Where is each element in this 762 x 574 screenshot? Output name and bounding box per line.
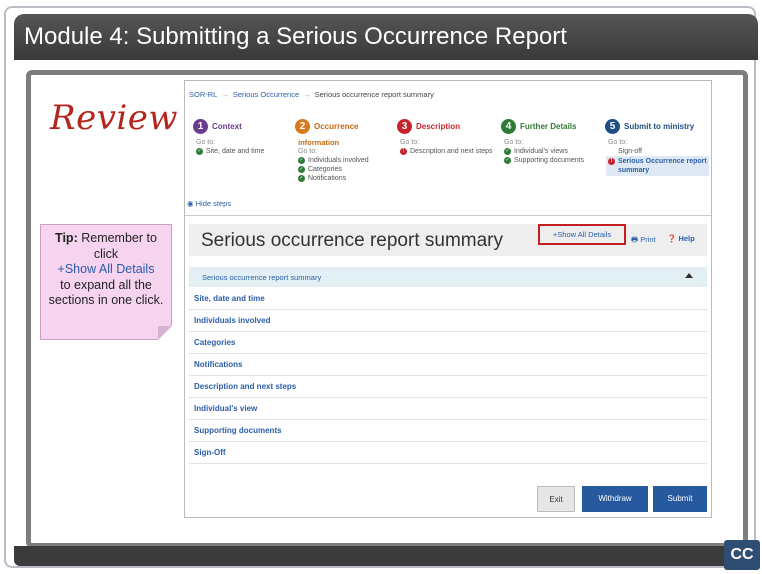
- page-title: Serious occurrence report summary: [201, 230, 503, 251]
- section-site-date-time[interactable]: Site, date and time: [189, 289, 707, 310]
- check-icon: ✓: [298, 175, 305, 182]
- step-submit-to-ministry: 5 Submit to ministry Go to: Sign-off ! Se…: [605, 119, 709, 176]
- step-link-current[interactable]: ! Serious Occurrence report summary: [606, 156, 709, 176]
- step-occurrence: 2 Occurrence information Go to: ✓ Individ…: [295, 119, 395, 183]
- step-number-badge: 3: [397, 119, 412, 134]
- step-subtitle: information: [298, 138, 340, 147]
- section-description-next-steps[interactable]: Description and next steps: [189, 377, 707, 398]
- step-title[interactable]: Description: [416, 122, 460, 131]
- step-link[interactable]: ! Description and next steps: [400, 147, 497, 156]
- step-link[interactable]: ✓ Individual's views: [504, 147, 601, 156]
- check-icon: ✓: [504, 148, 511, 155]
- accordion-header[interactable]: Serious occurrence report summary: [189, 267, 707, 287]
- check-icon: ✓: [298, 166, 305, 173]
- tip-show-all-text: +Show All Details: [57, 262, 155, 276]
- step-number-badge: 2: [295, 119, 310, 134]
- step-number-badge: 4: [501, 119, 516, 134]
- submit-button[interactable]: Submit: [653, 486, 707, 512]
- tip-text-1: Remember to click: [81, 231, 157, 261]
- breadcrumb-separator: →: [303, 90, 311, 99]
- help-icon: ❓: [667, 234, 677, 243]
- step-further-details: 4 Further Details Go to: ✓ Individual's v…: [501, 119, 601, 165]
- step-link[interactable]: Sign-off: [608, 147, 709, 156]
- withdraw-button[interactable]: Withdraw: [582, 486, 648, 512]
- review-heading: Review: [50, 98, 179, 138]
- section-notifications[interactable]: Notifications: [189, 355, 707, 376]
- step-number-badge: 5: [605, 119, 620, 134]
- tip-callout: Tip: Remember to click +Show All Details…: [40, 224, 172, 340]
- tip-label: Tip:: [55, 231, 78, 245]
- step-title[interactable]: Further Details: [520, 122, 576, 131]
- eye-icon: ◉: [187, 199, 194, 208]
- check-icon: ✓: [196, 148, 203, 155]
- step-title[interactable]: Context: [212, 122, 242, 131]
- section-categories[interactable]: Categories: [189, 333, 707, 354]
- step-link[interactable]: ✓ Site, date and time: [196, 147, 293, 156]
- breadcrumb-item[interactable]: Serious Occurrence: [233, 90, 299, 99]
- step-link[interactable]: ✓ Categories: [298, 165, 395, 174]
- section-individuals-view[interactable]: Individual's view: [189, 399, 707, 420]
- breadcrumb-separator: →: [221, 90, 229, 99]
- step-link[interactable]: ✓ Notifications: [298, 174, 395, 183]
- accordion-label: Serious occurrence report summary: [202, 273, 322, 282]
- section-sign-off[interactable]: Sign-Off: [189, 443, 707, 464]
- print-button[interactable]: 🖶 Print: [631, 234, 656, 247]
- check-icon: ✓: [298, 157, 305, 164]
- step-description: 3 Description Go to: ! Description and ne…: [397, 119, 497, 156]
- player-bottom-bar: [14, 546, 758, 566]
- tip-text-2: to expand all the sections in one click.: [48, 277, 164, 308]
- error-icon: !: [608, 158, 615, 165]
- divider: [185, 215, 711, 216]
- breadcrumb: SOR-RL → Serious Occurrence → Serious occurr…: [189, 90, 434, 99]
- exit-button[interactable]: Exit: [537, 486, 575, 512]
- error-icon: !: [400, 148, 407, 155]
- section-individuals-involved[interactable]: Individuals involved: [189, 311, 707, 332]
- slide-title: Module 4: Submitting a Serious Occurrenc…: [14, 14, 758, 60]
- step-context: 1 Context Go to: ✓ Site, date and time: [193, 119, 293, 156]
- goto-label: Go to:: [504, 139, 524, 146]
- step-link[interactable]: ✓ Supporting documents: [504, 156, 601, 165]
- tip-folded-corner: [158, 326, 172, 340]
- hide-steps-link[interactable]: ◉ Hide steps: [187, 199, 231, 208]
- printer-icon: 🖶: [631, 235, 639, 244]
- goto-label: Go to:: [196, 139, 216, 146]
- goto-label: Go to:: [400, 139, 420, 146]
- step-title[interactable]: Submit to ministry: [624, 122, 694, 131]
- summary-header: Serious occurrence report summary: [189, 224, 707, 256]
- goto-label: Go to:: [298, 148, 318, 155]
- step-number-badge: 1: [193, 119, 208, 134]
- help-button[interactable]: ❓ Help: [667, 234, 695, 243]
- closed-captions-button[interactable]: CC: [724, 540, 760, 570]
- step-link[interactable]: ✓ Individuals involved: [298, 156, 395, 165]
- breadcrumb-current: Serious occurrence report summary: [314, 90, 434, 99]
- show-all-details-button[interactable]: +Show All Details: [538, 224, 626, 245]
- step-title[interactable]: Occurrence: [314, 122, 358, 131]
- section-supporting-documents[interactable]: Supporting documents: [189, 421, 707, 442]
- breadcrumb-item[interactable]: SOR-RL: [189, 90, 217, 99]
- app-screenshot: SOR-RL → Serious Occurrence → Serious occurr…: [184, 80, 712, 518]
- goto-label: Go to:: [608, 139, 628, 146]
- check-icon: ✓: [504, 157, 511, 164]
- chevron-up-icon[interactable]: [685, 273, 693, 278]
